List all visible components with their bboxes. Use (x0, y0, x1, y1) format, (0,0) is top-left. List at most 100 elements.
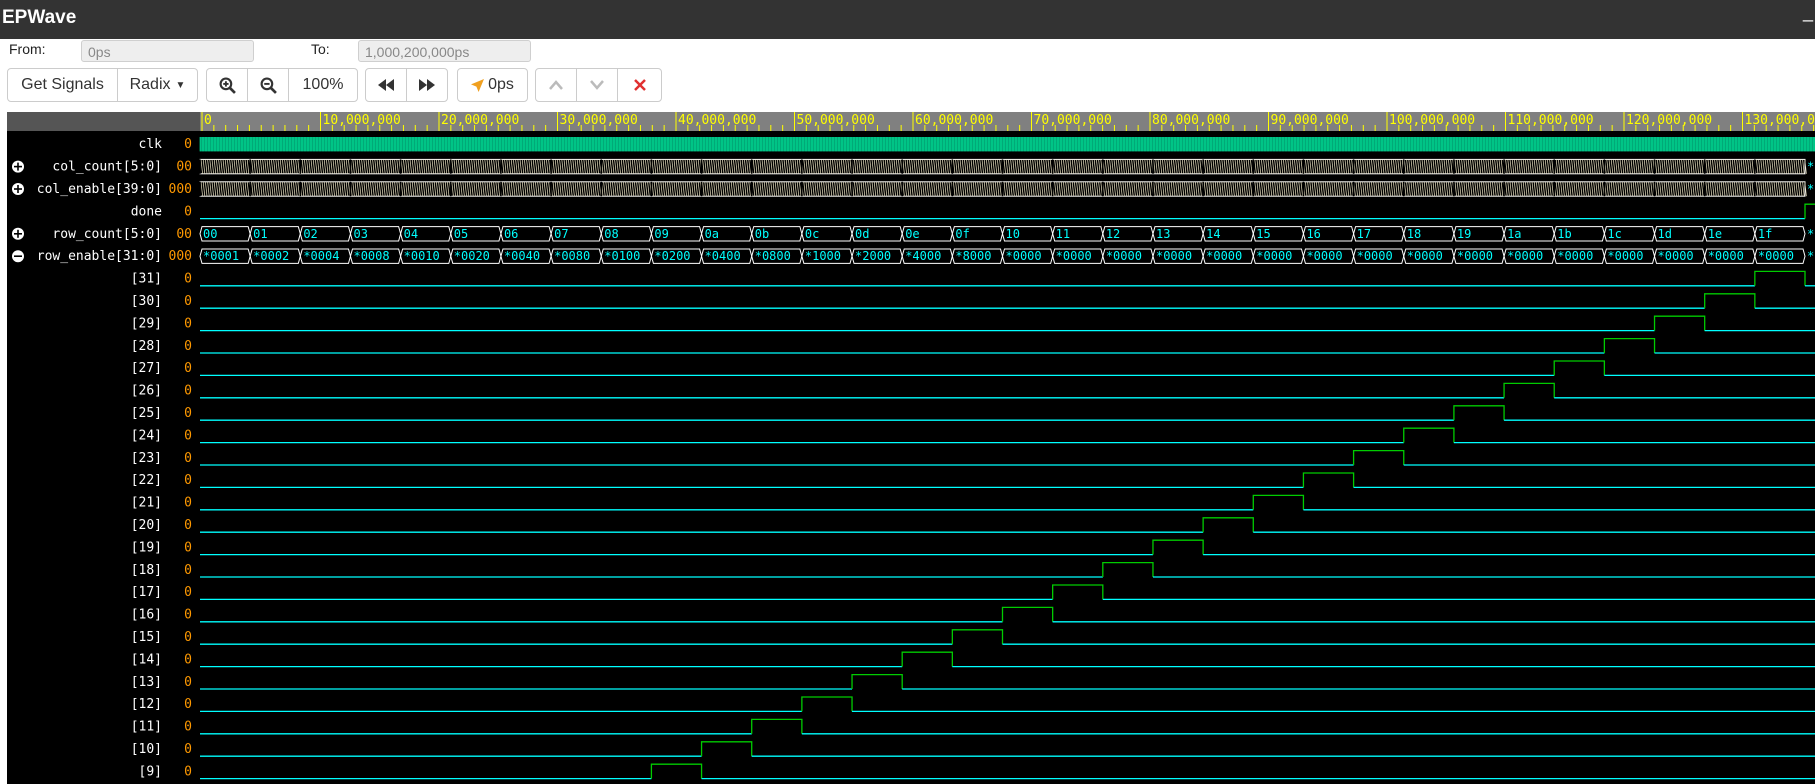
dense-bus-transition (1377, 181, 1380, 197)
dense-bus-transition (1043, 181, 1046, 197)
dense-bus-transition (389, 159, 393, 174)
dense-bus-transition (295, 181, 298, 197)
dense-bus-transition (854, 181, 857, 197)
dense-bus-transition (521, 159, 525, 174)
dense-bus-transition (1786, 159, 1790, 174)
zoom-level-button[interactable]: 100% (288, 68, 358, 102)
dense-bus-transition (1685, 181, 1688, 197)
bus-segment-label: 03 (353, 227, 367, 241)
dense-bus-transition (1346, 181, 1350, 197)
dense-bus-transition (669, 181, 672, 197)
dense-bus-transition (1109, 159, 1112, 174)
signal-name: [28] (131, 339, 162, 354)
dense-bus-transition (1263, 159, 1266, 174)
from-field[interactable]: 0ps (81, 40, 254, 62)
dense-bus-transition (246, 181, 250, 197)
dense-bus-transition (319, 159, 322, 174)
dense-bus-transition (370, 159, 373, 174)
dense-bus-transition (1470, 159, 1473, 174)
dense-bus-transition (695, 159, 698, 174)
dense-bus-transition (493, 159, 496, 174)
move-up-button[interactable] (535, 68, 577, 102)
ruler-tick-label: 60,000,000 (915, 113, 993, 128)
dense-bus-transition (1729, 159, 1732, 174)
previous-edge-button[interactable] (365, 68, 407, 102)
zoom-in-button[interactable] (206, 68, 248, 102)
dense-bus-transition (1157, 181, 1160, 197)
dense-bus-transition (1566, 181, 1570, 197)
dense-bus-transition (1463, 159, 1466, 174)
dense-bus-transition (656, 159, 659, 174)
bus-segment-label: 19 (1457, 227, 1471, 241)
to-field[interactable]: 1,000,200,000ps (358, 40, 531, 62)
dense-bus-transition (1478, 159, 1482, 174)
dense-bus-transition (1093, 181, 1097, 197)
dense-bus-transition (427, 159, 430, 174)
dense-bus-transition (1342, 159, 1345, 174)
dense-bus-transition (1461, 181, 1464, 197)
waveform-canvas[interactable]: 0 10,000,000 20,000,000 30,000,000 40,000,00… (7, 112, 1815, 784)
dense-bus-transition (587, 159, 591, 174)
zoom-out-button[interactable] (247, 68, 289, 102)
dense-bus-transition (376, 181, 379, 197)
cursor-time-button[interactable]: 0ps (457, 68, 528, 102)
get-signals-button[interactable]: Get Signals (7, 68, 118, 102)
dense-bus-transition (1335, 159, 1339, 174)
dense-bus-transition (1736, 181, 1739, 197)
bus-segment-label: 18 (1407, 227, 1421, 241)
dense-bus-transition (1509, 181, 1512, 197)
dense-bus-transition (1714, 181, 1717, 197)
dense-bus-transition (216, 181, 219, 197)
dense-bus-transition (1668, 181, 1671, 197)
dense-bus-transition (664, 181, 668, 197)
radix-button[interactable]: Radix ▼ (117, 68, 198, 102)
signal-name: [18] (131, 563, 162, 578)
dense-bus-transition (1626, 181, 1629, 197)
dense-bus-transition (308, 159, 311, 174)
minimize-icon[interactable]: _ (1803, 2, 1813, 23)
dense-bus-transition (869, 159, 872, 174)
dense-bus-transition (1129, 181, 1132, 197)
bus-segment-label: 1e (1708, 227, 1722, 241)
bus-segment-label: *0000 (1006, 249, 1042, 263)
dense-bus-transition (1023, 159, 1026, 174)
dense-bus-transition (807, 159, 811, 174)
dense-bus-transition (884, 181, 888, 197)
dense-bus-transition (1663, 159, 1666, 174)
dense-bus-transition (1164, 181, 1167, 197)
dense-bus-transition (530, 159, 533, 174)
dense-bus-transition (409, 181, 412, 197)
bus-segment-label: 16 (1306, 227, 1320, 241)
dense-bus-transition (581, 159, 584, 174)
waveform-viewer[interactable]: 0 10,000,000 20,000,000 30,000,000 40,000,00… (7, 112, 1815, 784)
move-down-button[interactable] (576, 68, 618, 102)
dense-bus-transition (1192, 181, 1196, 197)
signal-value: 0 (184, 406, 192, 421)
dense-bus-transition (1621, 181, 1625, 197)
dense-bus-transition (464, 181, 467, 197)
dense-bus-transition (1129, 159, 1132, 174)
dense-bus-transition (1593, 181, 1596, 197)
bus-segment-label: 0a (705, 227, 719, 241)
dense-bus-transition (986, 181, 989, 197)
dense-bus-transition (1591, 159, 1594, 174)
dense-bus-transition (1560, 159, 1563, 174)
dense-bus-transition (1131, 159, 1134, 174)
remove-signal-button[interactable] (617, 68, 662, 102)
dense-bus-transition (1043, 159, 1046, 174)
dense-bus-transition (733, 181, 736, 197)
dense-bus-transition (1241, 181, 1244, 197)
next-edge-button[interactable] (406, 68, 448, 102)
dense-bus-transition (1569, 159, 1572, 174)
dense-bus-transition (528, 159, 531, 174)
dense-bus-transition (748, 159, 751, 174)
dense-bus-transition (818, 159, 822, 174)
dense-bus-transition (887, 181, 890, 197)
dense-bus-transition (972, 181, 976, 197)
dense-bus-transition (1294, 159, 1297, 174)
dense-bus-transition (1307, 159, 1310, 174)
dense-bus-transition (1126, 181, 1130, 197)
dense-bus-transition (994, 159, 998, 174)
dense-bus-transition (1628, 159, 1631, 174)
dense-bus-transition (370, 181, 373, 197)
